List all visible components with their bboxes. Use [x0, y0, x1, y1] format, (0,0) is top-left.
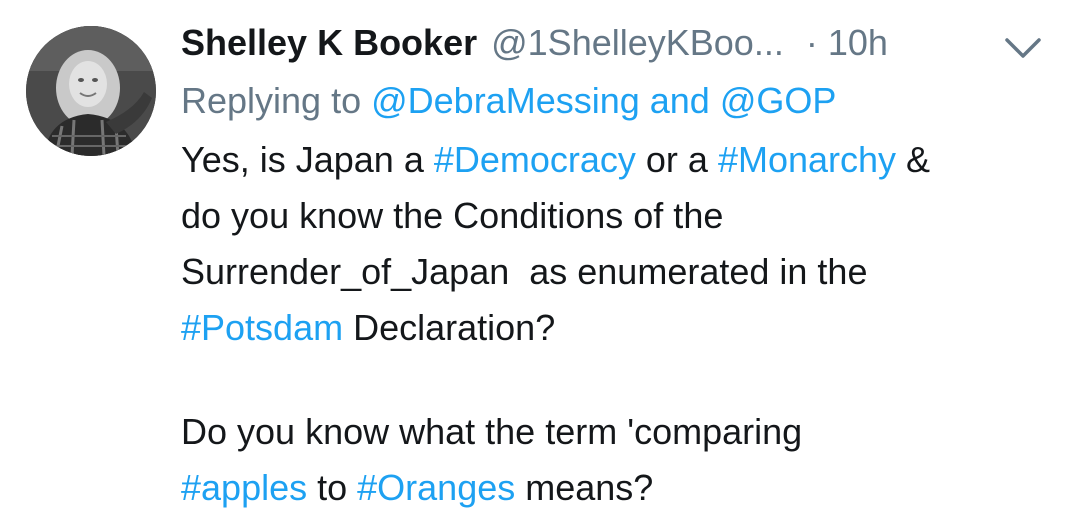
text-segment: &: [896, 139, 931, 180]
chevron-down-icon[interactable]: [1003, 34, 1043, 62]
tweet-content: Shelley K Booker @1ShelleyKBoo... · 10h …: [181, 22, 1061, 516]
replying-to: Replying to @DebraMessing and @GOP: [181, 72, 1061, 130]
hashtag-apples[interactable]: #apples: [181, 467, 307, 508]
hashtag-potsdam[interactable]: #Potsdam: [181, 307, 343, 348]
text-segment: to: [307, 467, 358, 508]
tweet-line-3: Surrender_of_Japan as enumerated in the: [181, 251, 868, 292]
text-segment: Declaration?: [343, 307, 556, 348]
replying-to-label: Replying to: [181, 80, 372, 121]
hashtag-monarchy[interactable]: #Monarchy: [718, 139, 896, 180]
hashtag-democracy[interactable]: #Democracy: [434, 139, 636, 180]
timestamp[interactable]: 10h: [828, 22, 888, 64]
tweet-line-2: do you know the Conditions of the: [181, 195, 724, 236]
avatar[interactable]: [26, 26, 156, 156]
text-segment: Yes, is Japan a: [181, 139, 434, 180]
tweet-line-6: #apples to #Oranges means?: [181, 460, 1061, 516]
mention-gop[interactable]: @GOP: [720, 80, 837, 121]
tweet-text: Yes, is Japan a #Democracy or a #Monarch…: [181, 132, 1061, 516]
replying-to-and[interactable]: and: [640, 80, 720, 121]
mention-debramessing[interactable]: @DebraMessing: [371, 80, 640, 121]
tweet-line-4: #Potsdam Declaration?: [181, 300, 1061, 356]
tweet-line-1: Yes, is Japan a #Democracy or a #Monarch…: [181, 132, 1061, 188]
hashtag-oranges[interactable]: #Oranges: [357, 467, 515, 508]
text-segment: or a: [635, 139, 718, 180]
separator-dot: ·: [805, 22, 818, 63]
tweet-line-5: Do you know what the term 'comparing: [181, 411, 803, 452]
author-name[interactable]: Shelley K Booker: [181, 22, 477, 64]
tweet-header: Shelley K Booker @1ShelleyKBoo... · 10h: [181, 22, 1061, 72]
text-segment: means?: [515, 467, 654, 508]
author-handle[interactable]: @1ShelleyKBoo...: [491, 22, 784, 64]
tweet: Shelley K Booker @1ShelleyKBoo... · 10h …: [0, 0, 1080, 527]
